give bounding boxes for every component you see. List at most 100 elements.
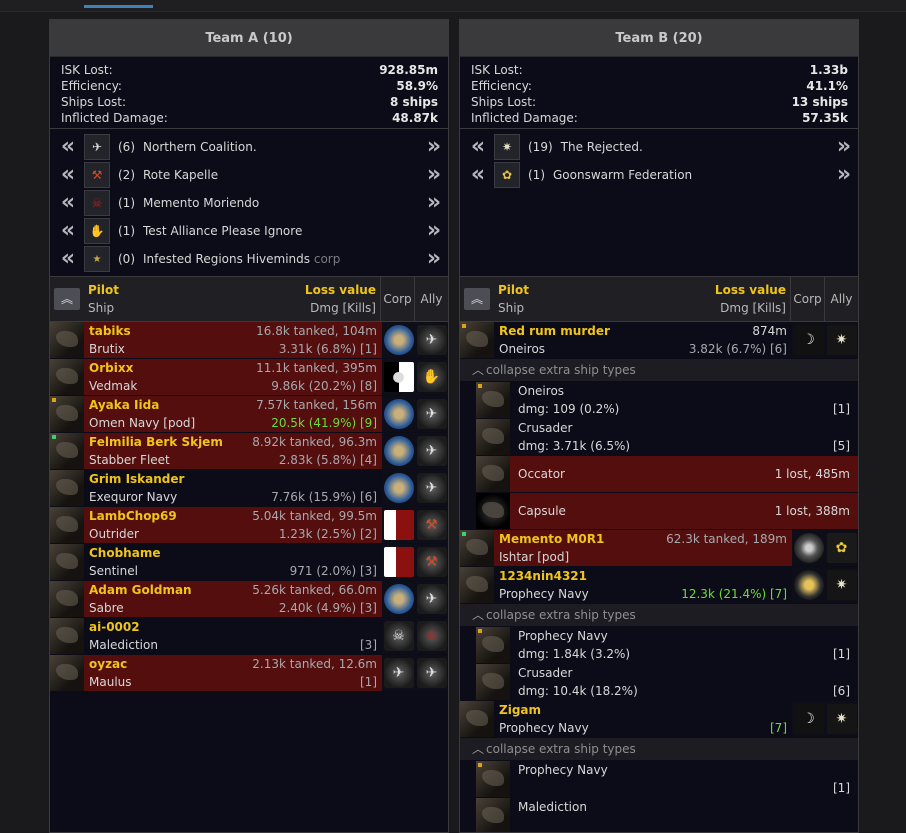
ship-image[interactable] <box>476 798 510 832</box>
alliance-logo[interactable]: ✈ <box>415 581 448 617</box>
pilot-name[interactable]: Orbixx <box>89 359 133 377</box>
double-chevron-left-icon[interactable]: « <box>56 133 80 161</box>
alliance-logo[interactable]: ✷ <box>825 322 858 358</box>
corp-logo[interactable]: ● <box>382 359 415 395</box>
corp-logo[interactable]: ✈ <box>382 655 415 691</box>
alliance-logo[interactable]: ✈ <box>415 396 448 432</box>
corp-logo[interactable]: ☽ <box>792 322 825 358</box>
ship-image[interactable] <box>476 419 510 455</box>
ship-image[interactable] <box>50 581 84 617</box>
pilot-row[interactable]: Grim Iskander Exequror Navy 7.76k (15.9%)… <box>50 470 448 507</box>
extra-ship-row[interactable]: Oneiros dmg: 109 (0.2%) [1] <box>476 382 858 419</box>
corp-logo[interactable] <box>382 544 415 580</box>
ship-image[interactable] <box>476 761 510 797</box>
double-chevron-left-icon[interactable]: « <box>56 161 80 189</box>
pilot-name[interactable]: oyzac <box>89 655 127 673</box>
alliance-logo[interactable]: ☠ <box>415 618 448 654</box>
ship-image[interactable] <box>50 618 84 654</box>
pilot-name[interactable]: Ayaka Iida <box>89 396 159 414</box>
corp-logo[interactable]: ☽ <box>792 701 825 737</box>
double-chevron-left-icon[interactable]: « <box>466 133 490 161</box>
extra-ship-row[interactable]: Prophecy Navy [1] <box>476 761 858 798</box>
pilot-row[interactable]: oyzac 2.13k tanked, 12.6m Maulus [1] ✈ ✈ <box>50 655 448 692</box>
ship-image[interactable] <box>460 701 494 737</box>
corp-logo[interactable]: ☠ <box>382 618 415 654</box>
double-chevron-left-icon[interactable]: « <box>56 217 80 245</box>
sort-button[interactable]: ︽ <box>50 277 84 321</box>
pilot-name[interactable]: Memento M0R1 <box>499 530 604 548</box>
ally-column-header[interactable]: Ally <box>825 277 858 321</box>
corp-logo[interactable] <box>382 470 415 506</box>
ship-image[interactable] <box>50 433 84 469</box>
corp-logo[interactable] <box>382 581 415 617</box>
double-chevron-left-icon[interactable]: « <box>466 161 490 189</box>
alliance-logo[interactable]: ✿ <box>825 530 858 566</box>
corp-logo[interactable] <box>382 433 415 469</box>
alliance-logo[interactable]: ⚒ <box>415 507 448 543</box>
corp-logo[interactable] <box>792 567 825 603</box>
ship-image[interactable] <box>476 627 510 663</box>
corp-logo[interactable] <box>792 530 825 566</box>
ship-image[interactable] <box>50 470 84 506</box>
alliance-logo[interactable]: ✈ <box>415 655 448 691</box>
ship-column-header[interactable]: Ship <box>88 299 114 317</box>
double-chevron-right-icon[interactable]: » <box>420 245 448 273</box>
pilot-row[interactable]: Chobhame Sentinel 971 (2.0%) [3] ⚒ <box>50 544 448 581</box>
pilot-row[interactable]: Orbixx 11.1k tanked, 395m Vedmak 9.86k (20… <box>50 359 448 396</box>
extra-ship-row[interactable]: Malediction <box>476 798 858 832</box>
pilot-row[interactable]: ai-0002 Malediction [3] ☠ ☠ <box>50 618 448 655</box>
pilot-row[interactable]: Adam Goldman 5.26k tanked, 66.0m Sabre 2.4… <box>50 581 448 618</box>
loss-column-header[interactable]: Loss value <box>715 281 786 299</box>
pilot-row[interactable]: Zigam Prophecy Navy [7] ☽ ✷ <box>460 701 858 738</box>
ship-image[interactable] <box>476 456 510 492</box>
pilot-column-header[interactable]: Pilot <box>88 281 119 299</box>
double-chevron-left-icon[interactable]: « <box>56 189 80 217</box>
alliance-logo[interactable]: ⚒ <box>415 544 448 580</box>
alliance-logo[interactable]: ✈ <box>415 470 448 506</box>
pilot-row[interactable]: Red rum murder 874m Oneiros 3.82k (6.7%) [… <box>460 322 858 359</box>
collapse-extra-ships[interactable]: ︿ collapse extra ship types <box>460 738 858 761</box>
pilot-name[interactable]: Chobhame <box>89 544 160 562</box>
pilot-column-header[interactable]: Pilot <box>498 281 529 299</box>
dmg-column-header[interactable]: Dmg [Kills] <box>720 299 786 317</box>
corp-logo[interactable] <box>382 396 415 432</box>
ship-image[interactable] <box>476 664 510 700</box>
ship-image[interactable] <box>50 544 84 580</box>
ship-image[interactable] <box>50 359 84 395</box>
dmg-column-header[interactable]: Dmg [Kills] <box>310 299 376 317</box>
alliance-logo[interactable]: ✷ <box>825 701 858 737</box>
pilot-name[interactable]: Grim Iskander <box>89 470 184 488</box>
ship-image[interactable] <box>50 655 84 691</box>
double-chevron-right-icon[interactable]: » <box>830 161 858 189</box>
ship-image[interactable] <box>50 396 84 432</box>
ship-image[interactable] <box>50 507 84 543</box>
pilot-row[interactable]: LambChop69 5.04k tanked, 99.5m Outrider 1.… <box>50 507 448 544</box>
extra-ship-row[interactable]: Capsule 1 lost, 388m <box>476 493 858 530</box>
sort-button[interactable]: ︽ <box>460 277 494 321</box>
extra-ship-row[interactable]: Occator 1 lost, 485m <box>476 456 858 493</box>
ship-image[interactable] <box>476 382 510 418</box>
ship-image[interactable] <box>50 322 84 358</box>
double-chevron-right-icon[interactable]: » <box>420 161 448 189</box>
pilot-row[interactable]: tabiks 16.8k tanked, 104m Brutix 3.31k (6.… <box>50 322 448 359</box>
pilot-name[interactable]: Adam Goldman <box>89 581 192 599</box>
ship-column-header[interactable]: Ship <box>498 299 524 317</box>
capsule-image[interactable] <box>476 493 510 529</box>
pilot-name[interactable]: tabiks <box>89 322 131 340</box>
alliance-logo[interactable]: ✈ <box>415 433 448 469</box>
corp-logo[interactable] <box>382 322 415 358</box>
corp-column-header[interactable]: Corp <box>791 277 825 321</box>
extra-ship-row[interactable]: Prophecy Navy dmg: 1.84k (3.2%) [1] <box>476 627 858 664</box>
double-chevron-right-icon[interactable]: » <box>420 217 448 245</box>
double-chevron-left-icon[interactable]: « <box>56 245 80 273</box>
extra-ship-row[interactable]: Crusader dmg: 10.4k (18.2%) [6] <box>476 664 858 701</box>
alliance-logo[interactable]: ✋ <box>415 359 448 395</box>
pilot-name[interactable]: Felmilia Berk Skjem <box>89 433 223 451</box>
corp-logo[interactable] <box>382 507 415 543</box>
extra-ship-row[interactable]: Crusader dmg: 3.71k (6.5%) [5] <box>476 419 858 456</box>
ally-column-header[interactable]: Ally <box>415 277 448 321</box>
collapse-extra-ships[interactable]: ︿ collapse extra ship types <box>460 359 858 382</box>
ship-image[interactable] <box>460 567 494 603</box>
ship-image[interactable] <box>460 322 494 358</box>
pilot-row[interactable]: Felmilia Berk Skjem 8.92k tanked, 96.3m S… <box>50 433 448 470</box>
